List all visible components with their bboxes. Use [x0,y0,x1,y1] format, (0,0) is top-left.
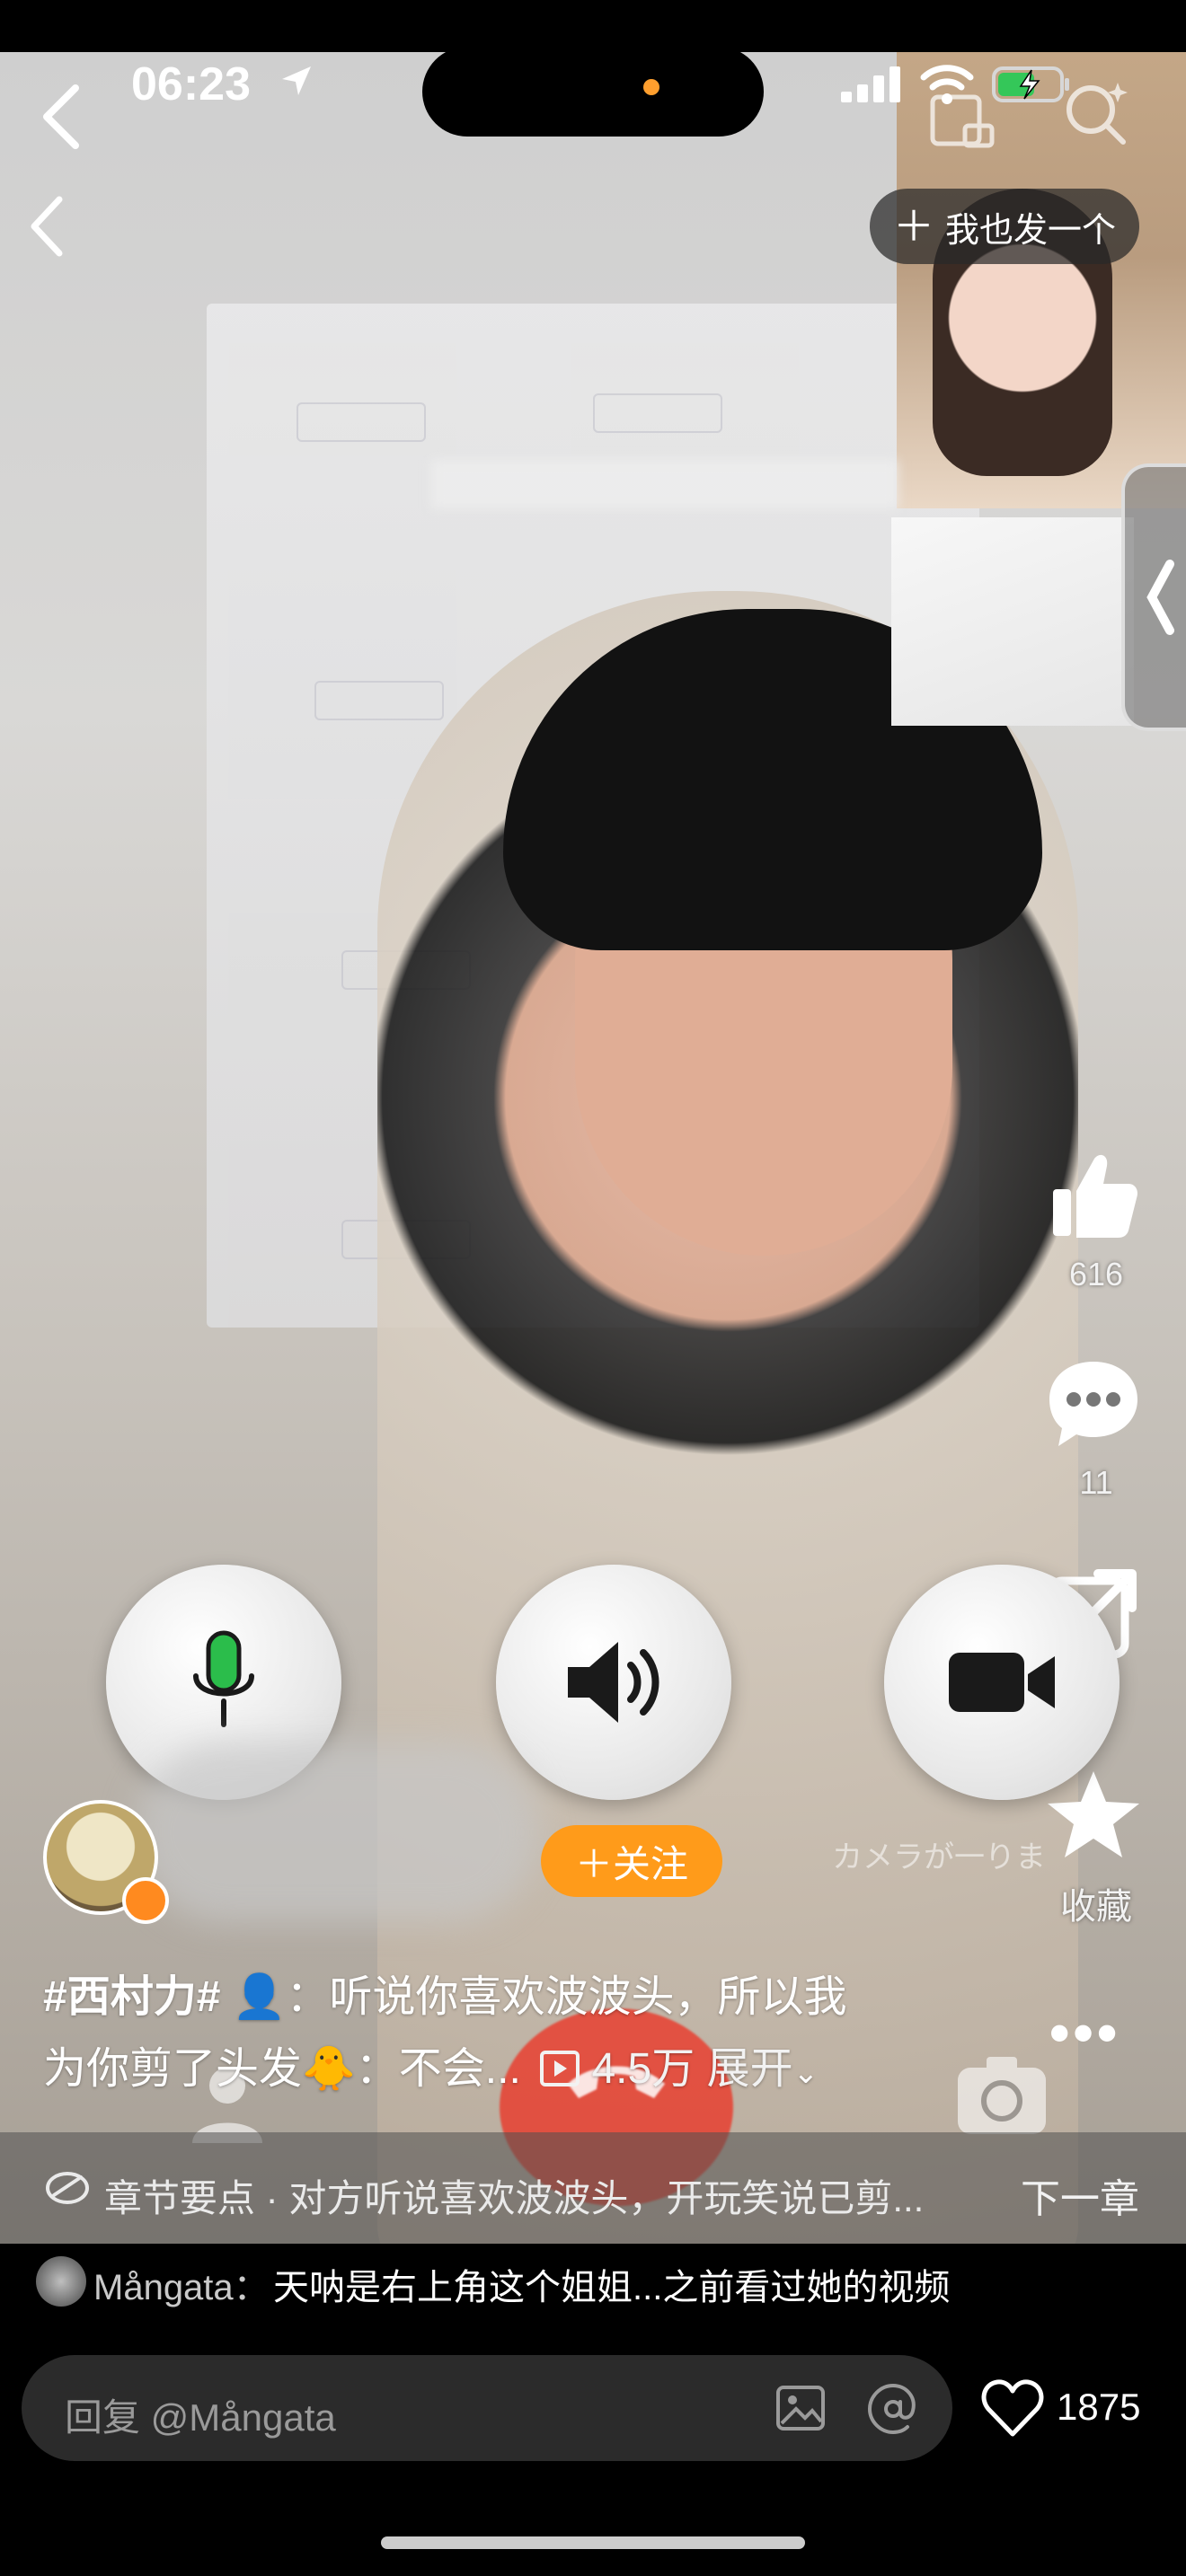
video-caption[interactable]: #西村力# 👤：听说你喜欢波波头，所以我 为你剪了头发🐥：不会... 4.5万 … [43,1962,942,2109]
heart-icon[interactable] [981,2378,1044,2438]
make-same-video-label: 我也发一个 [944,211,1116,250]
caption-line-1: ：听说你喜欢波波头，所以我 [286,1973,847,2021]
speaker-icon [568,1642,659,1723]
plus-icon: ＋ [574,1842,613,1885]
cellular-signal-icon [841,66,900,102]
next-chapter-button[interactable]: 下一章 [1021,2166,1139,2224]
reply-placeholder: 回复 @Mångata [65,2396,336,2439]
status-time: 06:23 [131,58,251,110]
recording-indicator [643,79,659,95]
blurred-bar [431,460,898,508]
speaker-button[interactable] [496,1565,731,1800]
location-arrow-icon [282,66,311,95]
search-icon[interactable] [1060,77,1132,149]
chapter-bar[interactable]: 章节要点 · 对方听说喜欢波波头，开玩笑说已剪... 下一章 [0,2132,1186,2244]
video-camera-button[interactable] [884,1565,1120,1800]
comment-text: 天呐是右上角这个姐姐...之前看过她的视频 [273,2268,951,2307]
chick-emoji-icon: 🐥 [302,2045,356,2093]
verified-badge-icon [122,1877,169,1924]
side-drawer-handle[interactable] [1121,463,1186,731]
chapter-summary: 章节要点 · 对方听说喜欢波波头，开玩笑说已剪... [104,2177,925,2219]
chevron-left-icon [1146,560,1174,635]
video-overlay-text: カメラが一りま [832,1840,1046,1875]
comment-like-count: 1875 [1057,2386,1141,2428]
camera-flip-icon [958,2057,1046,2134]
thumbs-up-icon[interactable] [1044,1146,1143,1245]
comment-count: 11 [1079,1464,1113,1501]
more-options-icon[interactable]: ••• [1049,1999,1120,2066]
play-count-icon [540,2051,580,2086]
battery-charging-icon [992,66,1069,102]
caption-line-2-rest: ：不会... [355,2045,521,2093]
person-emoji-icon: 👤 [232,1973,287,2021]
back-button-icon[interactable] [25,194,68,259]
plus-icon: ＋ [892,203,934,250]
dynamic-island [422,47,764,137]
microphone-icon [193,1630,254,1727]
back-chevron-icon[interactable] [36,81,90,153]
home-indicator [381,2536,805,2549]
make-same-video-button[interactable]: ＋ 我也发一个 [870,189,1139,264]
expand-caption-link[interactable]: 展开 [707,2045,793,2093]
like-count: 616 [1068,1256,1124,1292]
video-camera-icon [949,1653,1055,1712]
chevron-down-icon: ⌄ [792,2056,819,2090]
screen-cast-icon[interactable] [925,81,997,153]
favorite-label[interactable]: 收藏 [1033,1877,1159,1929]
author-name-blurred [135,1742,539,1922]
image-picker-icon[interactable] [774,2382,827,2434]
comment-bubble-icon[interactable] [1044,1354,1143,1453]
caption-line-2: 为你剪了头发 [43,2045,303,2093]
overlay-panel [891,517,1134,726]
view-count: 4.5万 [591,2045,695,2093]
follow-label: 关注 [613,1842,689,1885]
commenter-name[interactable]: Mångata： [93,2258,270,2310]
chapter-icon [46,2172,89,2204]
caption-hashtag[interactable]: #西村力# [43,1973,220,2021]
follow-button[interactable]: ＋关注 [541,1825,722,1897]
commenter-avatar[interactable] [36,2256,86,2307]
mention-icon[interactable] [866,2382,920,2436]
